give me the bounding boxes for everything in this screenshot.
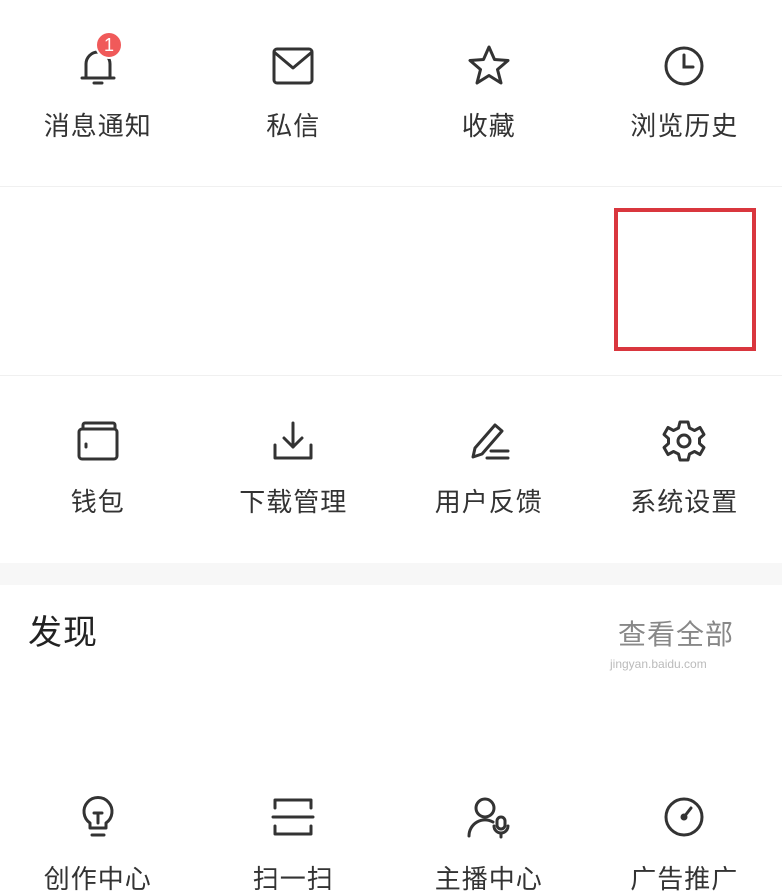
section-separator [0,563,782,585]
menu-item-notifications[interactable]: 1 消息通知 [0,0,196,186]
discover-section: 发现 查看全部 jingyan.baidu.com [0,585,782,689]
watermark: jingyan.baidu.com [610,657,707,671]
menu-item-history[interactable]: 浏览历史 [587,0,782,186]
menu-item-downloads[interactable]: 下载管理 [196,186,392,375]
anchor-mic-icon [463,791,515,843]
notification-badge: 1 [95,31,123,59]
menu-item-label: 主播中心 [391,859,587,896]
scan-icon [267,791,319,843]
menu-item-label: 收藏 [391,106,587,143]
settings-highlight-box [614,208,756,351]
menu-item-wallet[interactable]: 钱包 [0,186,196,375]
menu-item-label: 广告推广 [587,859,782,896]
menu-row-1: 1 消息通知 私信 收藏 [0,0,782,186]
menu-item-label: 消息通知 [0,106,196,143]
gauge-icon [658,791,710,843]
menu-item-label: 扫一扫 [196,859,392,896]
menu-item-ad-promotion[interactable]: 广告推广 [587,375,782,563]
menu-item-label: 浏览历史 [587,106,782,143]
menu-item-label: 私信 [196,106,392,143]
mail-icon [267,40,319,92]
menu-item-scan[interactable]: 扫一扫 [196,375,392,563]
discover-title: 发现 [28,605,98,654]
menu-item-label: 创作中心 [0,859,196,896]
lightbulb-icon [72,791,124,843]
menu-row-3: 创作中心 扫一扫 主播中心 [0,375,782,563]
menu-item-creator-center[interactable]: 创作中心 [0,375,196,563]
menu-item-messages[interactable]: 私信 [196,0,392,186]
menu-item-feedback[interactable]: 用户反馈 [391,186,587,375]
menu-item-anchor-center[interactable]: 主播中心 [391,375,587,563]
star-icon [463,40,515,92]
clock-icon [658,40,710,92]
menu-item-favorites[interactable]: 收藏 [391,0,587,186]
discover-view-all-link[interactable]: 查看全部 [618,613,734,653]
